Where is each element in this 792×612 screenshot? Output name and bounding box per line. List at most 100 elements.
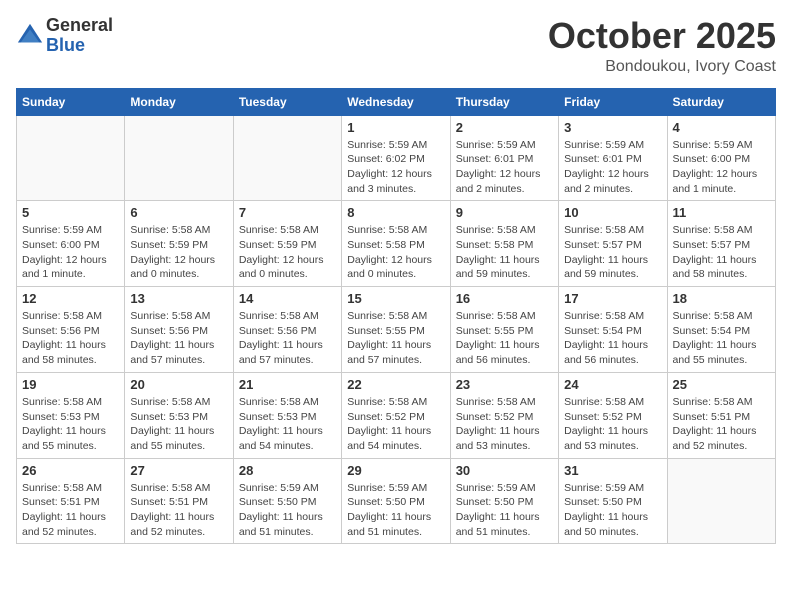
calendar-cell: 8 Sunrise: 5:58 AMSunset: 5:58 PMDaylight… — [342, 201, 450, 287]
calendar-cell: 10 Sunrise: 5:58 AMSunset: 5:57 PMDayligh… — [559, 201, 667, 287]
day-info: Sunrise: 5:59 AMSunset: 6:02 PMDaylight:… — [347, 138, 444, 197]
title-block: October 2025 Bondoukou, Ivory Coast — [548, 16, 776, 76]
day-number: 1 — [347, 120, 444, 135]
calendar-cell: 26 Sunrise: 5:58 AMSunset: 5:51 PMDayligh… — [17, 458, 125, 544]
calendar-cell: 29Sunrise: 5:59 AMSunset: 5:50 PMDayligh… — [342, 458, 450, 544]
calendar-cell: 20 Sunrise: 5:58 AMSunset: 5:53 PMDayligh… — [125, 372, 233, 458]
day-number: 12 — [22, 291, 119, 306]
day-number: 29 — [347, 463, 444, 478]
day-info: Sunrise: 5:58 AMSunset: 5:57 PMDaylight:… — [673, 223, 770, 282]
calendar-cell: 11 Sunrise: 5:58 AMSunset: 5:57 PMDayligh… — [667, 201, 775, 287]
day-number: 18 — [673, 291, 770, 306]
day-info: Sunrise: 5:58 AMSunset: 5:54 PMDaylight:… — [673, 309, 770, 368]
day-info: Sunrise: 5:58 AMSunset: 5:53 PMDaylight:… — [130, 395, 227, 454]
day-number: 23 — [456, 377, 553, 392]
day-number: 13 — [130, 291, 227, 306]
day-info: Sunrise: 5:58 AMSunset: 5:52 PMDaylight:… — [564, 395, 661, 454]
day-number: 31 — [564, 463, 661, 478]
day-info: Sunrise: 5:59 AMSunset: 5:50 PMDaylight:… — [239, 481, 336, 540]
calendar-cell: 30 Sunrise: 5:59 AMSunset: 5:50 PMDayligh… — [450, 458, 558, 544]
calendar-week-1: 1 Sunrise: 5:59 AMSunset: 6:02 PMDaylight… — [17, 115, 776, 201]
calendar-cell — [233, 115, 341, 201]
calendar-header-row: SundayMondayTuesdayWednesdayThursdayFrid… — [17, 88, 776, 115]
day-info: Sunrise: 5:58 AMSunset: 5:58 PMDaylight:… — [347, 223, 444, 282]
day-number: 6 — [130, 205, 227, 220]
day-number: 9 — [456, 205, 553, 220]
day-info: Sunrise: 5:58 AMSunset: 5:52 PMDaylight:… — [456, 395, 553, 454]
day-info: Sunrise: 5:58 AMSunset: 5:55 PMDaylight:… — [456, 309, 553, 368]
calendar-cell — [667, 458, 775, 544]
calendar-week-3: 12 Sunrise: 5:58 AMSunset: 5:56 PMDayligh… — [17, 287, 776, 373]
calendar-cell: 13 Sunrise: 5:58 AMSunset: 5:56 PMDayligh… — [125, 287, 233, 373]
day-number: 19 — [22, 377, 119, 392]
col-header-wednesday: Wednesday — [342, 88, 450, 115]
day-info: Sunrise: 5:58 AMSunset: 5:58 PMDaylight:… — [456, 223, 553, 282]
day-info: Sunrise: 5:58 AMSunset: 5:51 PMDaylight:… — [130, 481, 227, 540]
day-info: Sunrise: 5:58 AMSunset: 5:53 PMDaylight:… — [22, 395, 119, 454]
col-header-saturday: Saturday — [667, 88, 775, 115]
day-number: 11 — [673, 205, 770, 220]
day-info: Sunrise: 5:59 AMSunset: 6:00 PMDaylight:… — [673, 138, 770, 197]
day-number: 20 — [130, 377, 227, 392]
calendar-cell: 2 Sunrise: 5:59 AMSunset: 6:01 PMDaylight… — [450, 115, 558, 201]
calendar-cell: 4 Sunrise: 5:59 AMSunset: 6:00 PMDaylight… — [667, 115, 775, 201]
calendar-cell: 19 Sunrise: 5:58 AMSunset: 5:53 PMDayligh… — [17, 372, 125, 458]
day-number: 3 — [564, 120, 661, 135]
calendar-cell: 3 Sunrise: 5:59 AMSunset: 6:01 PMDaylight… — [559, 115, 667, 201]
day-info: Sunrise: 5:58 AMSunset: 5:59 PMDaylight:… — [239, 223, 336, 282]
day-info: Sunrise: 5:58 AMSunset: 5:51 PMDaylight:… — [22, 481, 119, 540]
logo: General Blue — [16, 16, 113, 56]
day-info: Sunrise: 5:59 AMSunset: 5:50 PMDaylight:… — [564, 481, 661, 540]
day-number: 8 — [347, 205, 444, 220]
calendar-cell: 1 Sunrise: 5:59 AMSunset: 6:02 PMDaylight… — [342, 115, 450, 201]
calendar-cell: 16 Sunrise: 5:58 AMSunset: 5:55 PMDayligh… — [450, 287, 558, 373]
day-info: Sunrise: 5:58 AMSunset: 5:55 PMDaylight:… — [347, 309, 444, 368]
day-info: Sunrise: 5:58 AMSunset: 5:52 PMDaylight:… — [347, 395, 444, 454]
day-number: 24 — [564, 377, 661, 392]
col-header-sunday: Sunday — [17, 88, 125, 115]
day-number: 16 — [456, 291, 553, 306]
day-number: 22 — [347, 377, 444, 392]
calendar-table: SundayMondayTuesdayWednesdayThursdayFrid… — [16, 88, 776, 545]
day-number: 2 — [456, 120, 553, 135]
day-info: Sunrise: 5:58 AMSunset: 5:53 PMDaylight:… — [239, 395, 336, 454]
month-title: October 2025 — [548, 16, 776, 56]
day-number: 15 — [347, 291, 444, 306]
day-info: Sunrise: 5:59 AMSunset: 6:00 PMDaylight:… — [22, 223, 119, 282]
day-info: Sunrise: 5:59 AMSunset: 5:50 PMDaylight:… — [456, 481, 553, 540]
day-info: Sunrise: 5:58 AMSunset: 5:57 PMDaylight:… — [564, 223, 661, 282]
day-info: Sunrise: 5:58 AMSunset: 5:56 PMDaylight:… — [239, 309, 336, 368]
day-number: 26 — [22, 463, 119, 478]
day-number: 27 — [130, 463, 227, 478]
day-info: Sunrise: 5:59 AMSunset: 6:01 PMDaylight:… — [456, 138, 553, 197]
logo-icon — [16, 22, 44, 50]
day-info: Sunrise: 5:58 AMSunset: 5:56 PMDaylight:… — [22, 309, 119, 368]
page-header: General Blue October 2025 Bondoukou, Ivo… — [16, 16, 776, 76]
col-header-friday: Friday — [559, 88, 667, 115]
calendar-cell: 17Sunrise: 5:58 AMSunset: 5:54 PMDayligh… — [559, 287, 667, 373]
col-header-monday: Monday — [125, 88, 233, 115]
day-number: 5 — [22, 205, 119, 220]
day-info: Sunrise: 5:58 AMSunset: 5:51 PMDaylight:… — [673, 395, 770, 454]
calendar-week-4: 19 Sunrise: 5:58 AMSunset: 5:53 PMDayligh… — [17, 372, 776, 458]
day-number: 25 — [673, 377, 770, 392]
calendar-cell: 18 Sunrise: 5:58 AMSunset: 5:54 PMDayligh… — [667, 287, 775, 373]
col-header-thursday: Thursday — [450, 88, 558, 115]
col-header-tuesday: Tuesday — [233, 88, 341, 115]
day-info: Sunrise: 5:58 AMSunset: 5:59 PMDaylight:… — [130, 223, 227, 282]
day-number: 30 — [456, 463, 553, 478]
calendar-cell: 9 Sunrise: 5:58 AMSunset: 5:58 PMDaylight… — [450, 201, 558, 287]
day-number: 4 — [673, 120, 770, 135]
calendar-cell: 23 Sunrise: 5:58 AMSunset: 5:52 PMDayligh… — [450, 372, 558, 458]
day-number: 7 — [239, 205, 336, 220]
day-number: 10 — [564, 205, 661, 220]
calendar-cell: 12 Sunrise: 5:58 AMSunset: 5:56 PMDayligh… — [17, 287, 125, 373]
day-info: Sunrise: 5:58 AMSunset: 5:56 PMDaylight:… — [130, 309, 227, 368]
calendar-week-2: 5 Sunrise: 5:59 AMSunset: 6:00 PMDaylight… — [17, 201, 776, 287]
calendar-cell: 7 Sunrise: 5:58 AMSunset: 5:59 PMDaylight… — [233, 201, 341, 287]
logo-blue-text: Blue — [46, 35, 85, 55]
day-number: 21 — [239, 377, 336, 392]
calendar-cell: 27 Sunrise: 5:58 AMSunset: 5:51 PMDayligh… — [125, 458, 233, 544]
day-info: Sunrise: 5:59 AMSunset: 6:01 PMDaylight:… — [564, 138, 661, 197]
calendar-cell — [17, 115, 125, 201]
